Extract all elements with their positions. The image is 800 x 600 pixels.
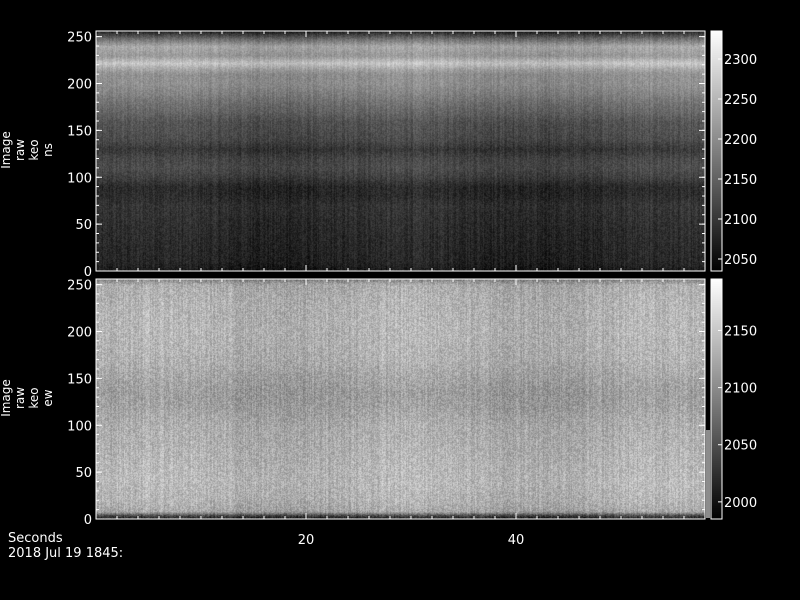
colorbar-tick-label-2300: 2300 (724, 53, 757, 68)
colorbar-tick-label-2050: 2050 (724, 253, 757, 268)
y-tick-label-0: 0 (84, 513, 92, 528)
top-ylabel-raw: raw (13, 139, 27, 161)
date-line: 2018 Jul 19 1845: (8, 546, 124, 561)
y-tick-label-50: 50 (75, 466, 92, 481)
y-tick-label-200: 200 (67, 326, 92, 341)
y-tick-label-150: 150 (67, 372, 92, 387)
y-tick-label-100: 100 (67, 419, 92, 434)
top-ylabel-ns: ns (41, 143, 55, 157)
bottom-heatmap-image (96, 279, 705, 519)
keogram-figure: 050100150200250 Image raw keo ns 2050210… (0, 0, 800, 600)
colorbar-tick-label-2100: 2100 (724, 213, 757, 228)
y-tick-label-200: 200 (67, 78, 92, 93)
bottom-ylabel-raw: raw (13, 387, 27, 409)
top-colorbar (711, 31, 722, 271)
top-ylabel: Image (0, 131, 13, 169)
colorbar-tick-label-2050: 2050 (724, 439, 757, 454)
top-ylabel-keo: keo (27, 139, 41, 160)
bottom-colorbar (711, 279, 722, 519)
bottom-ylabel-ew: ew (41, 389, 55, 406)
colorbar-tick-label-2150: 2150 (724, 173, 757, 188)
bottom-ylabel-image: Image (0, 379, 13, 417)
bottom-ylabel-keo: keo (27, 387, 41, 408)
x-tick-label-40: 40 (508, 533, 525, 548)
y-tick-label-250: 250 (67, 279, 92, 294)
x-tick-label-20: 20 (298, 533, 315, 548)
colorbar-tick-label-2000: 2000 (724, 496, 757, 511)
colorbar-tick-label-2250: 2250 (724, 93, 757, 108)
colorbar-tick-label-2150: 2150 (724, 324, 757, 339)
y-tick-label-150: 150 (67, 124, 92, 139)
x-axis-title: Seconds (8, 531, 63, 546)
y-tick-label-100: 100 (67, 171, 92, 186)
top-heatmap-image (96, 31, 705, 271)
top-panel: 050100150200250 Image raw keo ns 2050210… (0, 30, 757, 280)
y-tick-label-250: 250 (67, 31, 92, 46)
y-tick-label-50: 50 (75, 218, 92, 233)
bottom-panel: 0 50 100 150 200 250 20 40 Image raw keo ew 20… (0, 278, 757, 548)
colorbar-tick-label-2100: 2100 (724, 382, 757, 397)
colorbar-stamp-mark (706, 430, 710, 518)
colorbar-tick-label-2200: 2200 (724, 133, 757, 148)
